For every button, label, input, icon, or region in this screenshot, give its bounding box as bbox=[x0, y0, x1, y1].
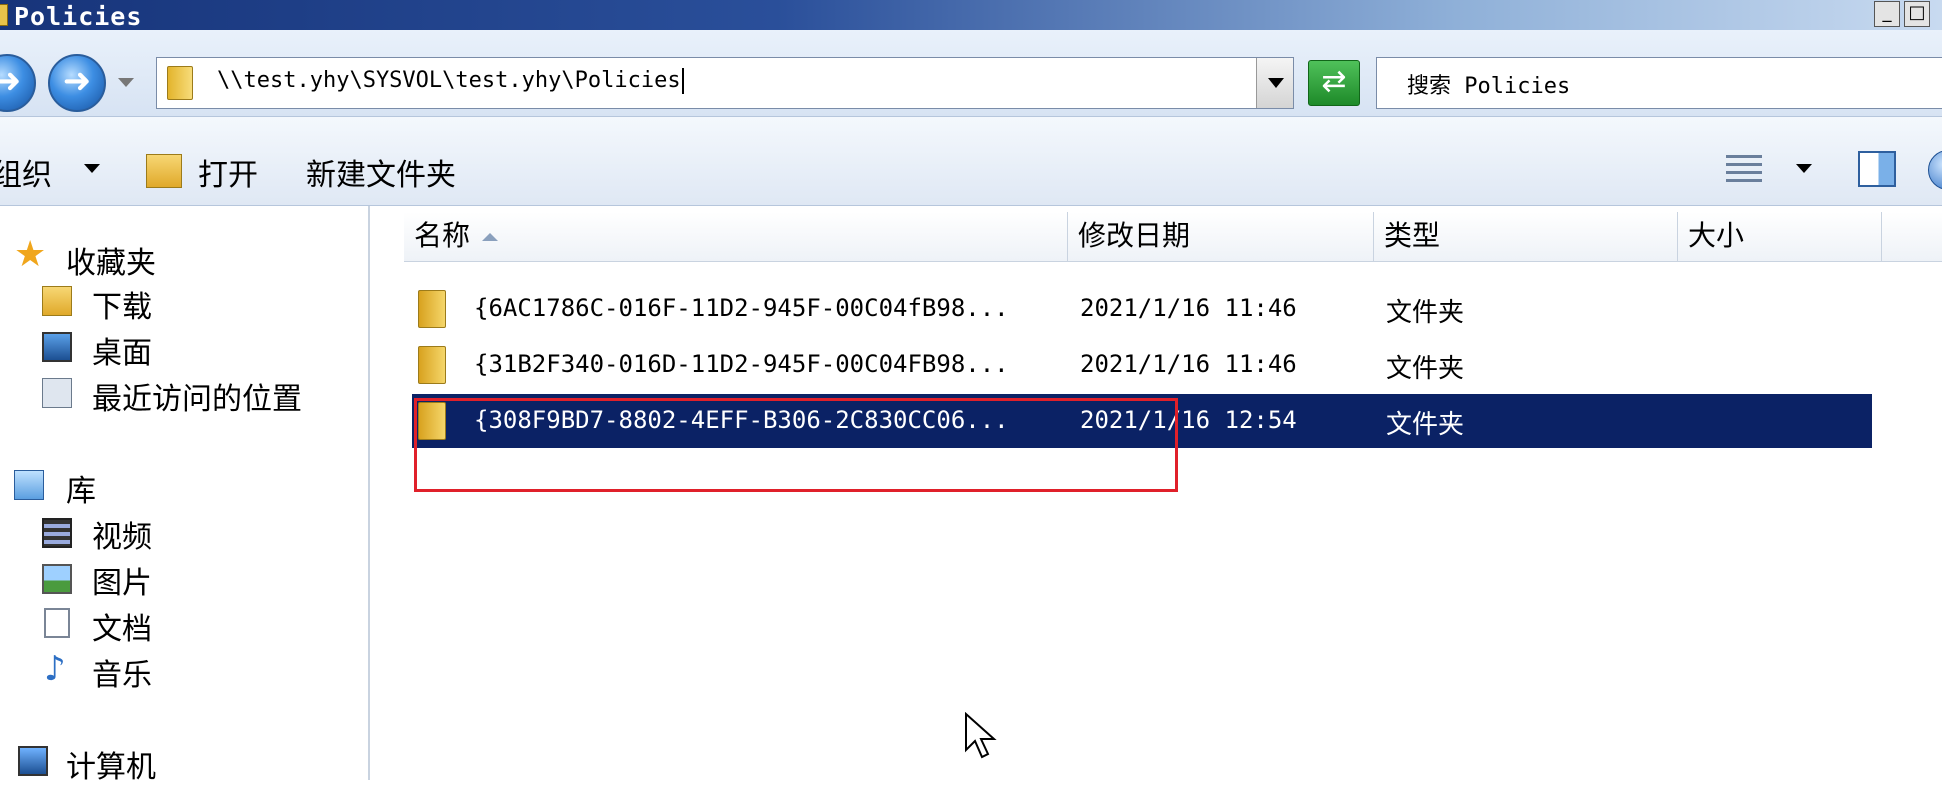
desktop-icon bbox=[42, 332, 72, 362]
refresh-button[interactable]: ⇄ bbox=[1308, 60, 1360, 106]
file-type: 文件夹 bbox=[1386, 298, 1465, 328]
folder-icon bbox=[0, 4, 8, 26]
pictures-icon bbox=[42, 564, 72, 594]
nav-favorites[interactable]: 收藏夹 bbox=[66, 238, 156, 282]
recent-pages-dropdown[interactable] bbox=[118, 78, 134, 87]
open-folder-icon bbox=[146, 154, 182, 188]
nav-libraries[interactable]: 库 bbox=[66, 466, 96, 510]
search-placeholder: 搜索 Policies bbox=[1407, 74, 1571, 99]
downloads-folder-icon bbox=[42, 286, 72, 316]
nav-item-pictures[interactable]: 图片 bbox=[92, 558, 152, 602]
column-header-type[interactable]: 类型 bbox=[1374, 212, 1678, 262]
nav-item-desktop[interactable]: 桌面 bbox=[92, 328, 152, 372]
column-header-filler bbox=[1882, 212, 1942, 262]
nav-item-videos[interactable]: 视频 bbox=[92, 512, 152, 556]
text-caret bbox=[681, 68, 684, 94]
folder-icon bbox=[418, 346, 446, 384]
title-bar: Policies _ □ bbox=[0, 0, 1942, 31]
refresh-icon: ⇄ bbox=[1321, 64, 1347, 99]
column-header-modified[interactable]: 修改日期 bbox=[1068, 212, 1374, 262]
mouse-cursor-icon bbox=[965, 712, 997, 759]
file-name: {6AC1786C-016F-11D2-945F-00C04fB98... bbox=[474, 294, 1009, 322]
address-path[interactable]: \\test.yhy\SYSVOL\test.yhy\Policies bbox=[217, 68, 684, 94]
search-input[interactable]: 搜索 Policies bbox=[1376, 57, 1942, 109]
folder-icon bbox=[418, 290, 446, 328]
star-icon: ★ bbox=[14, 234, 47, 275]
nav-item-downloads[interactable]: 下载 bbox=[92, 282, 152, 326]
music-icon: ♪ bbox=[44, 649, 66, 689]
minimize-button[interactable]: _ bbox=[1874, 1, 1900, 27]
file-modified: 2021/1/16 11:46 bbox=[1080, 294, 1297, 322]
view-options-icon[interactable] bbox=[1726, 155, 1762, 185]
nav-item-music[interactable]: 音乐 bbox=[92, 650, 152, 694]
chevron-down-icon bbox=[84, 164, 100, 173]
file-modified: 2021/1/16 11:46 bbox=[1080, 350, 1297, 378]
nav-computer[interactable]: 计算机 bbox=[66, 742, 156, 786]
forward-button[interactable]: ➜ bbox=[48, 54, 106, 112]
documents-icon bbox=[44, 608, 70, 638]
open-button[interactable]: 打开 bbox=[198, 150, 258, 194]
column-header-name[interactable]: 名称 bbox=[404, 212, 1068, 262]
sort-ascending-icon bbox=[482, 233, 499, 241]
file-row[interactable]: {6AC1786C-016F-11D2-945F-00C04fB98... 20… bbox=[412, 282, 1872, 336]
view-dropdown-icon[interactable] bbox=[1796, 164, 1812, 173]
file-row[interactable]: {31B2F340-016D-11D2-945F-00C04FB98... 20… bbox=[412, 338, 1872, 392]
forward-arrow-icon: ➜ bbox=[62, 61, 92, 101]
address-dropdown-button[interactable] bbox=[1256, 58, 1293, 108]
file-name: {31B2F340-016D-11D2-945F-00C04FB98... bbox=[474, 350, 1009, 378]
library-icon bbox=[14, 470, 44, 500]
column-header-size[interactable]: 大小 bbox=[1678, 212, 1882, 262]
file-type: 文件夹 bbox=[1386, 354, 1465, 384]
organize-button[interactable]: 组织 bbox=[0, 150, 52, 194]
recent-places-icon bbox=[42, 378, 72, 408]
video-icon bbox=[42, 518, 72, 548]
restore-button[interactable]: □ bbox=[1904, 1, 1930, 27]
computer-icon bbox=[18, 746, 48, 776]
command-bar bbox=[0, 117, 1942, 206]
preview-pane-icon[interactable] bbox=[1858, 151, 1896, 187]
nav-item-recent-places[interactable]: 最近访问的位置 bbox=[92, 374, 302, 418]
highlight-box bbox=[414, 398, 1178, 492]
address-bar[interactable]: \\test.yhy\SYSVOL\test.yhy\Policies bbox=[156, 57, 1294, 109]
nav-item-documents[interactable]: 文档 bbox=[92, 604, 152, 648]
new-folder-button[interactable]: 新建文件夹 bbox=[306, 150, 456, 194]
window-title: Policies bbox=[14, 2, 143, 31]
back-arrow-icon: ➜ bbox=[0, 61, 22, 101]
file-type: 文件夹 bbox=[1386, 410, 1465, 440]
folder-icon bbox=[167, 66, 193, 100]
